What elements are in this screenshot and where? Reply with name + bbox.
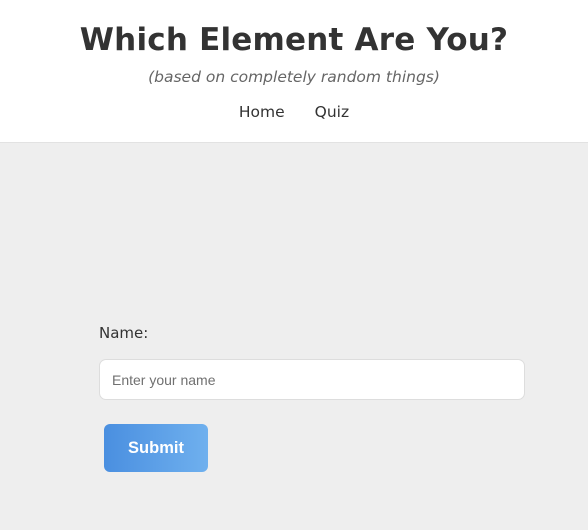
main-content: Name: Submit (0, 143, 588, 530)
name-form: Name: Submit (99, 323, 525, 472)
name-label: Name: (99, 324, 149, 342)
page-title: Which Element Are You? (79, 22, 509, 58)
name-input[interactable] (99, 359, 525, 400)
site-header: Which Element Are You? (based on complet… (0, 0, 588, 143)
nav-link-quiz[interactable]: Quiz (315, 103, 349, 121)
page-subtitle: (based on completely random things) (148, 68, 440, 86)
nav-link-home[interactable]: Home (239, 103, 285, 121)
main-nav: Home Quiz (0, 103, 588, 121)
submit-button[interactable]: Submit (104, 424, 208, 472)
